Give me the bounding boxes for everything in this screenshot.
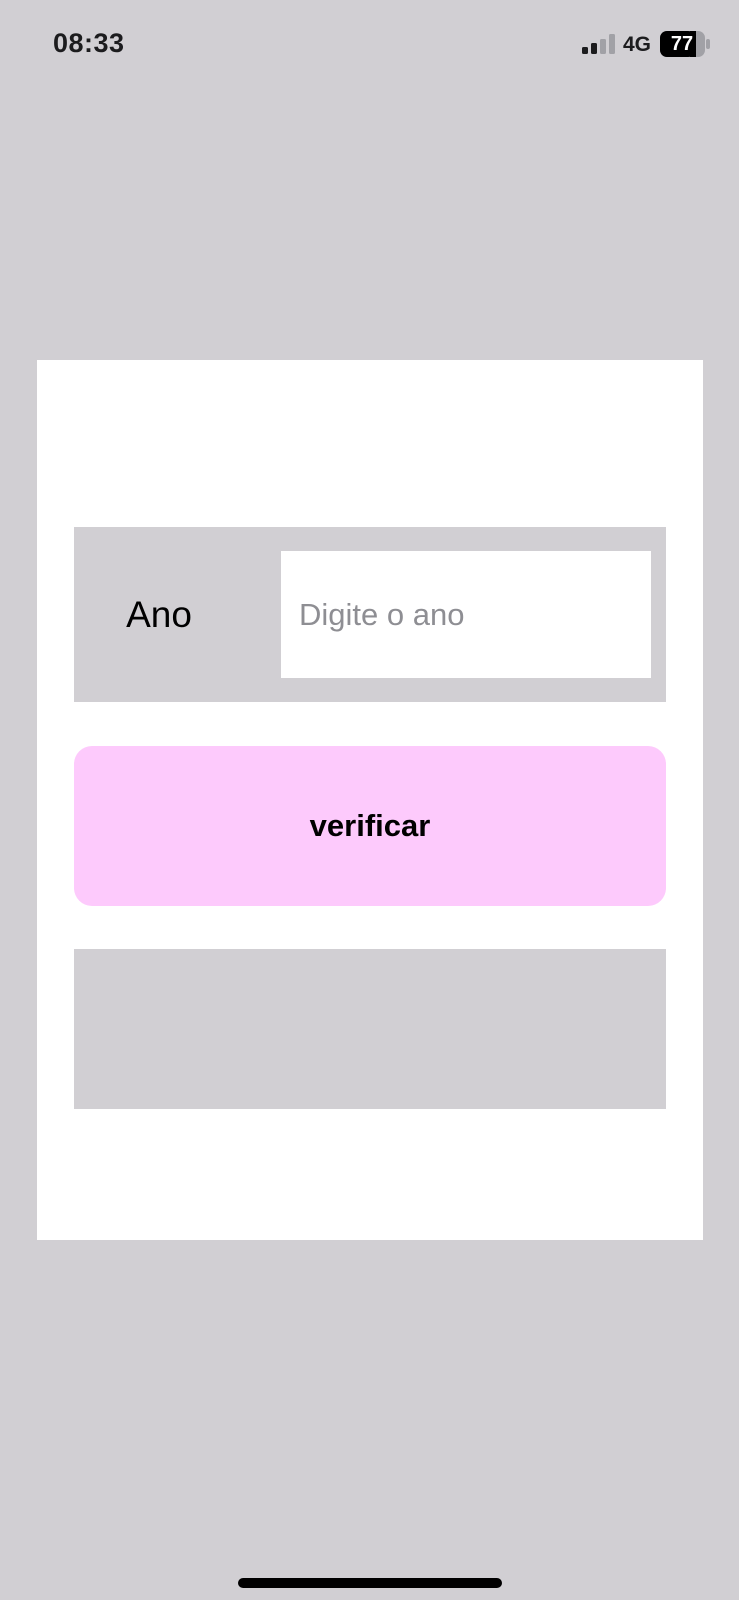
result-box (74, 949, 666, 1109)
year-row: Ano (74, 527, 666, 702)
status-time: 08:33 (53, 28, 125, 58)
signal-icon (582, 34, 615, 54)
form-card: Ano verificar (37, 360, 703, 1240)
status-bar: 08:33 4G 77 (0, 0, 739, 90)
network-label: 4G (623, 33, 652, 56)
battery-level: 77 (670, 33, 694, 55)
year-label: Ano (126, 594, 192, 635)
year-input[interactable] (281, 551, 651, 678)
home-indicator (238, 1578, 502, 1588)
verify-button[interactable]: verificar (74, 746, 666, 906)
